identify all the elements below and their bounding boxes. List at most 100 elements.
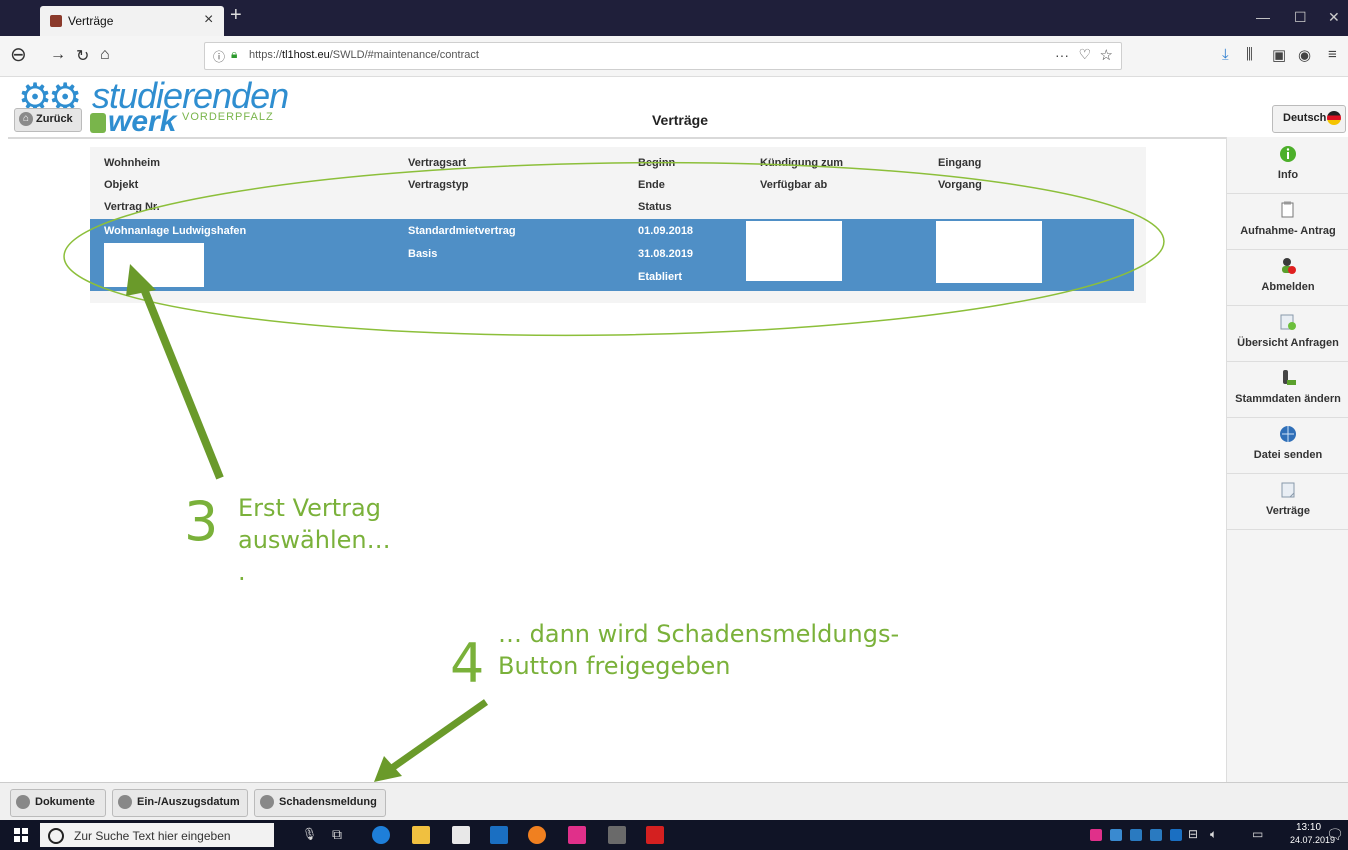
network-icon[interactable]: ⊟ xyxy=(1188,827,1198,841)
sidebar-icon[interactable]: ▣ xyxy=(1272,46,1286,64)
firefox-icon[interactable] xyxy=(528,826,546,844)
url-text: https://tl1host.eu/SWLD/#maintenance/con… xyxy=(249,49,479,61)
sidebar-item-uebersicht-anfragen[interactable]: Übersicht Anfragen xyxy=(1227,305,1348,362)
overview-icon xyxy=(1280,314,1296,330)
tray-icon[interactable] xyxy=(1150,829,1162,841)
sidebar-item-stammdaten-aendern[interactable]: Stammdaten ändern xyxy=(1227,361,1348,418)
pocket-icon[interactable]: ♡ xyxy=(1078,46,1091,63)
info-icon[interactable]: ⓘ xyxy=(213,48,225,65)
annotation-step3-line2: auswählen… xyxy=(238,526,391,554)
app-icon[interactable] xyxy=(568,826,586,844)
clock-time[interactable]: 13:10 xyxy=(1296,822,1321,833)
bookmark-star-icon[interactable]: ☆ xyxy=(1100,46,1113,64)
german-flag-icon xyxy=(1327,111,1341,125)
lock-icon: 🔒︎ xyxy=(231,47,238,61)
tray-icon[interactable] xyxy=(1170,829,1182,841)
browser-tab[interactable]: Verträge × xyxy=(40,6,224,36)
sidebar-item-label: Stammdaten ändern xyxy=(1235,393,1341,405)
file-explorer-icon[interactable] xyxy=(412,826,430,844)
list-icon xyxy=(16,795,30,809)
tray-icon[interactable] xyxy=(1090,829,1102,841)
volume-icon[interactable]: 🔈︎ xyxy=(1210,827,1217,842)
close-window-icon[interactable]: ✕ xyxy=(1328,9,1340,26)
ein-auszugsdatum-button-label: Ein-/Auszugsdatum xyxy=(137,796,240,808)
header-vertrag-nr: Vertrag Nr. xyxy=(104,201,160,213)
windows-start-icon[interactable] xyxy=(14,828,28,842)
action-sidebar: Info Aufnahme- Antrag Abmelden Übersicht… xyxy=(1226,137,1348,785)
forward-icon[interactable]: → xyxy=(50,46,66,64)
sidebar-item-aufnahme-antrag[interactable]: Aufnahme- Antrag xyxy=(1227,193,1348,250)
schadensmeldung-button[interactable]: Schadensmeldung xyxy=(254,789,386,817)
extension-icon[interactable]: ◉ xyxy=(1298,46,1311,64)
cell-vertragstyp: Basis xyxy=(408,248,438,260)
schadensmeldung-button-label: Schadensmeldung xyxy=(279,796,377,808)
url-bar[interactable]: ⓘ 🔒︎ https://tl1host.eu/SWLD/#maintenanc… xyxy=(204,42,1122,70)
tray-icon[interactable] xyxy=(1130,829,1142,841)
outlook-icon[interactable] xyxy=(490,826,508,844)
info-icon xyxy=(1280,146,1296,162)
language-button[interactable]: Deutsch xyxy=(1272,105,1346,133)
language-label: Deutsch xyxy=(1283,112,1327,124)
menu-icon[interactable]: ≡ xyxy=(1328,46,1337,63)
maximize-icon[interactable]: ☐ xyxy=(1294,9,1307,26)
redacted-contract-number xyxy=(104,243,204,287)
page-actions-icon[interactable]: ··· xyxy=(1055,47,1069,63)
header-eingang: Eingang xyxy=(938,157,982,169)
logo-text-vorderpfalz: VORDERPFALZ xyxy=(182,111,274,123)
tray-icon[interactable] xyxy=(1110,829,1122,841)
microphone-icon[interactable]: 🎙︎ xyxy=(302,827,317,841)
sidebar-item-datei-senden[interactable]: Datei senden xyxy=(1227,417,1348,474)
sidebar-item-vertraege[interactable]: Verträge xyxy=(1227,473,1348,530)
header-objekt: Objekt xyxy=(104,179,139,191)
library-icon[interactable]: ⫼ xyxy=(1246,46,1253,63)
browser-tab-bar: Verträge × + — ☐ ✕ xyxy=(0,0,1348,36)
header-beginn: Beginn xyxy=(638,157,676,169)
cell-status: Etabliert xyxy=(638,271,683,283)
annotation-step4-text: … dann wird Schadensmeldungs- Button fre… xyxy=(498,618,899,682)
sidebar-item-info[interactable]: Info xyxy=(1227,137,1348,194)
annotation-step4-line2: Button freigegeben xyxy=(498,652,731,680)
edit-icon xyxy=(1283,370,1296,385)
favicon-icon xyxy=(50,15,62,27)
header-ende: Ende xyxy=(638,179,665,191)
browser-nav-bar: ⊖ → ↻ ⌂ ⓘ 🔒︎ https://tl1host.eu/SWLD/#ma… xyxy=(0,36,1348,77)
header-wohnheim: Wohnheim xyxy=(104,157,161,169)
back-icon[interactable]: ⊖ xyxy=(10,42,27,67)
notification-icon[interactable]: 🗨︎ xyxy=(1326,826,1344,843)
mail-icon[interactable] xyxy=(452,826,470,844)
annotation-step3-line3: . xyxy=(238,558,246,586)
header-vertragsart: Vertragsart xyxy=(408,157,467,169)
annotation-step3-line1: Erst Vertrag xyxy=(238,494,381,522)
header-vertragstyp: Vertragstyp xyxy=(408,179,469,191)
acrobat-icon[interactable] xyxy=(646,826,664,844)
download-icon[interactable]: ⤓ xyxy=(1222,46,1229,63)
table-row[interactable]: Wohnanlage Ludwigshafen Standardmietvert… xyxy=(90,219,1134,291)
ein-auszugsdatum-button[interactable]: Ein-/Auszugsdatum xyxy=(112,789,248,817)
taskbar-search-box[interactable]: Zur Suche Text hier eingeben xyxy=(40,823,274,847)
back-button[interactable]: ⌂ Zurück xyxy=(14,108,82,132)
close-tab-icon[interactable]: × xyxy=(204,11,213,29)
contract-grid: Wohnheim Vertragsart Beginn Kündigung zu… xyxy=(90,147,1146,303)
sidebar-item-label: Datei senden xyxy=(1253,449,1323,461)
contract-icon xyxy=(1281,482,1295,498)
app-icon-2[interactable] xyxy=(608,826,626,844)
minimize-icon[interactable]: — xyxy=(1256,9,1270,25)
sidebar-item-label: Info xyxy=(1277,169,1299,181)
edge-icon[interactable] xyxy=(372,826,390,844)
task-view-icon[interactable]: ⧉ xyxy=(332,826,342,843)
taskbar-search-placeholder: Zur Suche Text hier eingeben xyxy=(74,829,231,843)
sidebar-item-abmelden[interactable]: Abmelden xyxy=(1227,249,1348,306)
home-icon[interactable]: ⌂ xyxy=(100,46,110,64)
page-title: Verträge xyxy=(651,112,709,128)
wrench-icon xyxy=(260,795,274,809)
battery-icon[interactable]: ▭ xyxy=(1252,827,1263,841)
new-tab-icon[interactable]: + xyxy=(230,4,242,27)
document-icon xyxy=(1281,201,1294,218)
annotation-step4-number: 4 xyxy=(450,632,485,695)
dokumente-button-label: Dokumente xyxy=(35,796,95,808)
clock-icon xyxy=(118,795,132,809)
dokumente-button[interactable]: Dokumente xyxy=(10,789,106,817)
header-kuendigung: Kündigung zum xyxy=(760,157,844,169)
windows-taskbar: Zur Suche Text hier eingeben 🎙︎ ⧉ ⊟ 🔈︎ ▭… xyxy=(0,820,1348,850)
reload-icon[interactable]: ↻ xyxy=(76,46,89,66)
